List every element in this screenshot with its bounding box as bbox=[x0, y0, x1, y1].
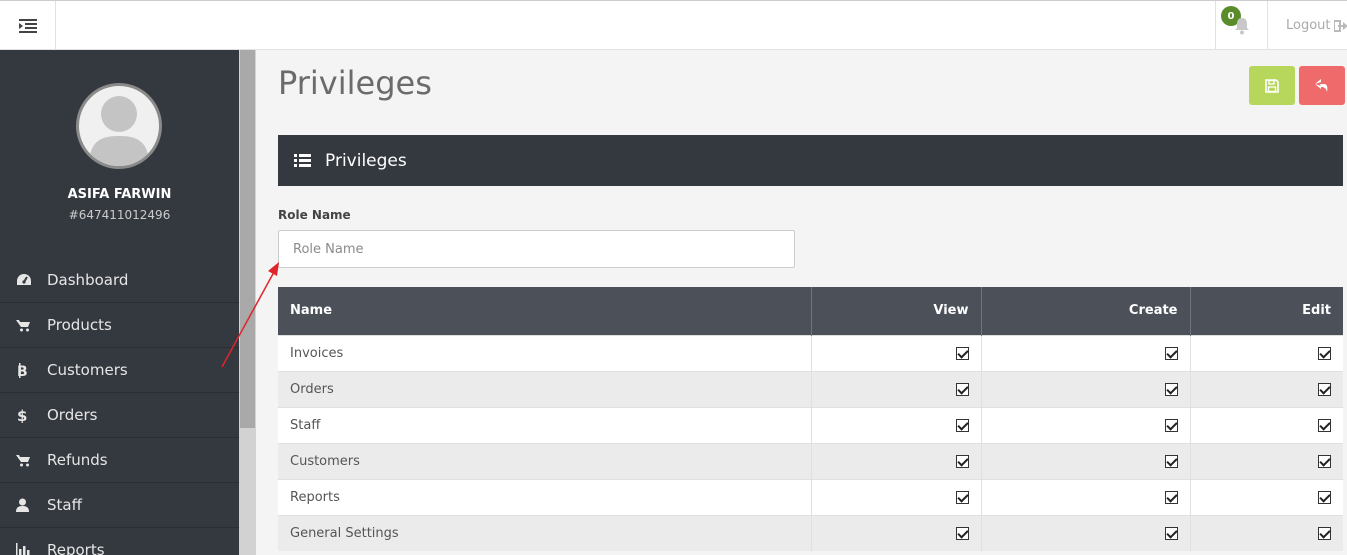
row-name: General Settings bbox=[278, 514, 811, 551]
dollar-icon: $ bbox=[0, 407, 47, 423]
avatar bbox=[76, 83, 162, 169]
column-header-view[interactable]: View bbox=[810, 287, 981, 335]
create-checkbox[interactable] bbox=[1164, 346, 1178, 360]
create-checkbox[interactable] bbox=[1164, 454, 1178, 468]
sidebar-scrollbar[interactable] bbox=[239, 50, 256, 555]
sidebar-item-label: Reports bbox=[47, 541, 105, 555]
panel-header: Privileges bbox=[278, 135, 1343, 186]
table-row: General Settings bbox=[278, 514, 1343, 551]
sidebar-item-dashboard[interactable]: Dashboard bbox=[0, 258, 239, 303]
create-checkbox[interactable] bbox=[1164, 382, 1178, 396]
view-checkbox[interactable] bbox=[955, 382, 969, 396]
edit-checkbox[interactable] bbox=[1318, 454, 1331, 468]
table-row: Staff bbox=[278, 406, 1343, 443]
sidebar-item-staff[interactable]: Staff bbox=[0, 483, 239, 528]
cart-icon bbox=[0, 319, 47, 332]
floppy-disk-icon bbox=[1265, 78, 1279, 93]
sidebar-item-label: Customers bbox=[47, 361, 128, 379]
view-checkbox[interactable] bbox=[955, 490, 969, 504]
cart-icon bbox=[0, 454, 47, 467]
menu-toggle-button[interactable] bbox=[0, 1, 56, 50]
user-icon bbox=[0, 498, 47, 512]
row-name: Orders bbox=[278, 370, 811, 407]
edit-checkbox[interactable] bbox=[1318, 382, 1331, 396]
column-header-create[interactable]: Create bbox=[980, 287, 1190, 335]
edit-checkbox[interactable] bbox=[1318, 346, 1331, 360]
sidebar-item-label: Products bbox=[47, 316, 112, 334]
page-title: Privileges bbox=[278, 64, 432, 102]
list-icon bbox=[294, 154, 311, 167]
sidebar-item-reports[interactable]: Reports bbox=[0, 528, 239, 555]
reply-icon bbox=[1315, 78, 1328, 92]
view-checkbox[interactable] bbox=[955, 418, 969, 432]
sidebar-nav: Dashboard Products B Customers $ Orders … bbox=[0, 258, 239, 555]
user-id: #647411012496 bbox=[68, 208, 171, 222]
panel-title: Privileges bbox=[325, 150, 407, 171]
edit-checkbox[interactable] bbox=[1318, 418, 1331, 432]
logout-link[interactable]: Logout bbox=[1286, 18, 1347, 33]
view-checkbox[interactable] bbox=[955, 454, 969, 468]
bar-chart-icon bbox=[0, 543, 47, 555]
sidebar-item-label: Staff bbox=[47, 496, 82, 514]
row-name: Invoices bbox=[278, 334, 811, 371]
user-name: ASIFA FARWIN bbox=[67, 187, 172, 202]
sidebar-item-label: Refunds bbox=[47, 451, 108, 469]
view-checkbox[interactable] bbox=[955, 346, 969, 360]
row-name: Staff bbox=[278, 406, 811, 443]
sidebar-item-label: Orders bbox=[47, 406, 98, 424]
svg-text:$: $ bbox=[17, 407, 27, 423]
sidebar: ASIFA FARWIN #647411012496 Dashboard Pro… bbox=[0, 50, 239, 555]
svg-text:B: B bbox=[17, 364, 28, 378]
sidebar-item-refunds[interactable]: Refunds bbox=[0, 438, 239, 483]
column-header-edit[interactable]: Edit bbox=[1189, 287, 1343, 335]
dashboard-icon bbox=[0, 273, 47, 287]
sidebar-item-label: Dashboard bbox=[47, 271, 129, 289]
sidebar-item-products[interactable]: Products bbox=[0, 303, 239, 348]
back-button[interactable] bbox=[1299, 66, 1345, 105]
sign-out-icon bbox=[1333, 19, 1347, 32]
table-row: Customers bbox=[278, 442, 1343, 479]
bitcoin-icon: B bbox=[0, 362, 47, 378]
sidebar-item-customers[interactable]: B Customers bbox=[0, 348, 239, 393]
create-checkbox[interactable] bbox=[1164, 490, 1178, 504]
row-name: Reports bbox=[278, 478, 811, 515]
table-row: Invoices bbox=[278, 334, 1343, 371]
create-checkbox[interactable] bbox=[1164, 418, 1178, 432]
notifications-button[interactable]: 0 bbox=[1215, 1, 1268, 50]
menu-indent-icon bbox=[18, 18, 37, 33]
edit-checkbox[interactable] bbox=[1318, 490, 1331, 504]
top-navbar: 0 Logout bbox=[0, 0, 1347, 50]
table-header-row: Name View Create Edit bbox=[278, 287, 1343, 335]
edit-checkbox[interactable] bbox=[1318, 526, 1331, 540]
save-button[interactable] bbox=[1249, 66, 1295, 105]
create-checkbox[interactable] bbox=[1164, 526, 1178, 540]
role-name-input[interactable] bbox=[278, 230, 795, 268]
role-name-label: Role Name bbox=[278, 208, 351, 222]
row-name: Customers bbox=[278, 442, 811, 479]
privileges-table: Name View Create Edit Invoices Orders St… bbox=[278, 287, 1343, 551]
sidebar-item-orders[interactable]: $ Orders bbox=[0, 393, 239, 438]
table-row: Orders bbox=[278, 370, 1343, 407]
table-row: Reports bbox=[278, 478, 1343, 515]
bell-icon bbox=[1235, 18, 1249, 35]
column-header-name[interactable]: Name bbox=[278, 287, 811, 335]
scrollbar-thumb[interactable] bbox=[240, 50, 255, 428]
logout-label: Logout bbox=[1286, 18, 1331, 33]
view-checkbox[interactable] bbox=[955, 526, 969, 540]
